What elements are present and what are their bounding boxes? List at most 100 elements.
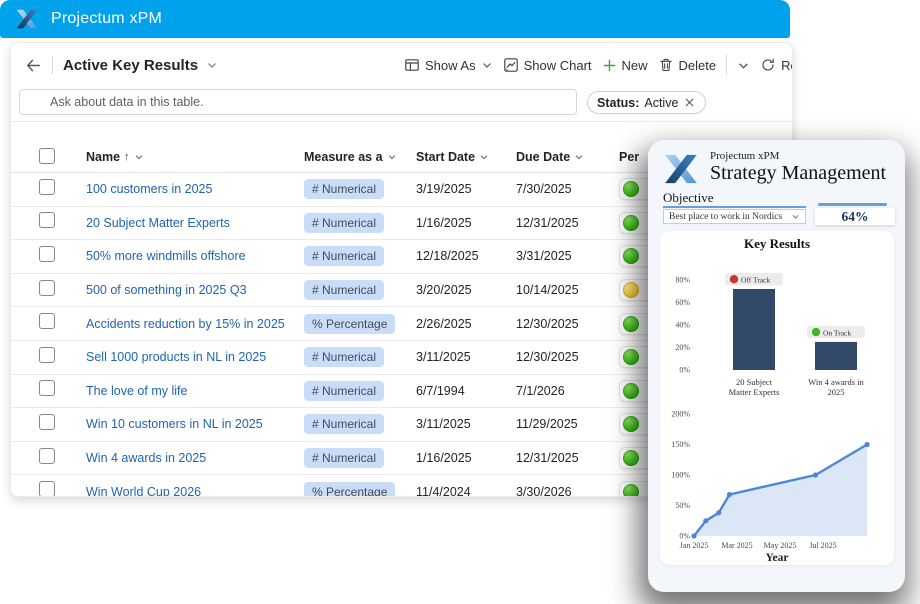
- trash-icon: [658, 57, 674, 73]
- column-header-start-date[interactable]: Start Date: [416, 150, 516, 164]
- area-chart-x-axis-label: Year: [660, 552, 894, 564]
- refresh-icon: [760, 57, 776, 73]
- show-as-icon: [404, 57, 420, 73]
- chevron-down-icon: [134, 152, 144, 162]
- measure-chip: # Numerical: [304, 280, 384, 300]
- key-result-link[interactable]: 500 of something in 2025 Q3: [86, 283, 247, 297]
- row-checkbox[interactable]: [39, 246, 55, 262]
- key-result-link[interactable]: 100 customers in 2025: [86, 182, 212, 196]
- back-arrow-icon: [25, 57, 42, 74]
- chevron-down-icon: [791, 212, 800, 221]
- start-date-cell: 1/16/2025: [416, 216, 516, 230]
- due-date-cell: 3/31/2025: [516, 249, 619, 263]
- row-checkbox[interactable]: [39, 448, 55, 464]
- key-result-link[interactable]: Win 10 customers in NL in 2025: [86, 417, 263, 431]
- chevron-down-icon: [387, 152, 397, 162]
- show-chart-icon: [503, 57, 519, 73]
- show-chart-button[interactable]: Show Chart: [503, 57, 592, 73]
- key-result-link[interactable]: The love of my life: [86, 384, 187, 398]
- measure-chip: # Numerical: [304, 246, 384, 266]
- status-filter-chip[interactable]: Status: Active: [587, 91, 706, 114]
- key-result-link[interactable]: Win 4 awards in 2025: [86, 451, 206, 465]
- objective-value: Best place to work in Nordics: [669, 212, 782, 222]
- row-checkbox[interactable]: [39, 380, 55, 396]
- svg-text:On Track: On Track: [823, 328, 851, 337]
- svg-text:0%: 0%: [679, 366, 690, 375]
- svg-text:50%: 50%: [675, 501, 690, 510]
- row-checkbox[interactable]: [39, 280, 55, 296]
- view-title[interactable]: Active Key Results: [63, 57, 198, 74]
- back-button[interactable]: [25, 57, 42, 74]
- chevron-down-icon: [479, 152, 489, 162]
- start-date-cell: 3/11/2025: [416, 417, 516, 431]
- status-dot-green: [623, 484, 639, 497]
- due-date-cell: 12/31/2025: [516, 451, 619, 465]
- objective-dropdown[interactable]: Best place to work in Nordics: [663, 209, 806, 224]
- status-dot-green: [623, 316, 639, 332]
- status-dot-green: [623, 181, 639, 197]
- svg-text:20 Subject: 20 Subject: [736, 377, 773, 387]
- show-as-button[interactable]: Show As: [404, 57, 493, 73]
- overlay-logo-icon: [661, 149, 701, 189]
- due-date-cell: 7/30/2025: [516, 182, 619, 196]
- svg-text:Matter Experts: Matter Experts: [729, 387, 780, 397]
- app-header-bar: Projectum xPM: [0, 0, 790, 38]
- ask-data-input[interactable]: [19, 89, 577, 115]
- chevron-down-icon: [481, 59, 493, 71]
- start-date-cell: 1/16/2025: [416, 451, 516, 465]
- more-commands-button[interactable]: [737, 59, 750, 72]
- svg-text:40%: 40%: [675, 321, 690, 330]
- refresh-button[interactable]: Refresh: [760, 57, 793, 73]
- overlay-brand: Projectum xPM: [710, 150, 886, 162]
- svg-text:Jan 2025: Jan 2025: [680, 541, 709, 550]
- due-date-cell: 12/30/2025: [516, 317, 619, 331]
- select-all-checkbox[interactable]: [39, 148, 55, 164]
- start-date-cell: 3/19/2025: [416, 182, 516, 196]
- row-checkbox[interactable]: [39, 481, 55, 497]
- view-selector-chevron[interactable]: [206, 59, 218, 71]
- start-date-cell: 11/4/2024: [416, 485, 516, 497]
- svg-text:200%: 200%: [671, 410, 690, 419]
- key-result-link[interactable]: Sell 1000 products in NL in 2025: [86, 350, 266, 364]
- column-header-due-date[interactable]: Due Date: [516, 150, 619, 164]
- key-result-link[interactable]: Accidents reduction by 15% in 2025: [86, 317, 285, 331]
- start-date-cell: 3/11/2025: [416, 350, 516, 364]
- status-dot-green: [623, 349, 639, 365]
- chevron-down-icon: [737, 59, 750, 72]
- strategy-management-panel: Projectum xPM Strategy Management Object…: [648, 140, 905, 592]
- row-checkbox[interactable]: [39, 347, 55, 363]
- status-dot-yellow: [623, 282, 639, 298]
- table-search-row: Status: Active: [11, 87, 792, 122]
- sort-ascending-icon: ↑: [124, 151, 130, 163]
- svg-text:2025: 2025: [828, 387, 845, 397]
- measure-chip: # Numerical: [304, 381, 384, 401]
- due-date-cell: 12/30/2025: [516, 350, 619, 364]
- app-logo-icon: [14, 6, 40, 32]
- key-result-link[interactable]: Win World Cup 2026: [86, 485, 201, 497]
- new-button[interactable]: New: [602, 58, 648, 73]
- svg-text:May 2025: May 2025: [764, 541, 797, 550]
- column-header-name[interactable]: Name ↑: [86, 150, 304, 164]
- start-date-cell: 3/20/2025: [416, 283, 516, 297]
- row-checkbox[interactable]: [39, 313, 55, 329]
- delete-button[interactable]: Delete: [658, 57, 717, 73]
- progress-area-chart: 0%50%100%150%200%Jan 2025Mar 2025May 202…: [664, 402, 890, 554]
- due-date-cell: 11/29/2025: [516, 417, 619, 431]
- measure-chip: # Numerical: [304, 347, 384, 367]
- svg-text:Win 4 awards in: Win 4 awards in: [808, 377, 864, 387]
- key-result-link[interactable]: 20 Subject Matter Experts: [86, 216, 230, 230]
- start-date-cell: 6/7/1994: [416, 384, 516, 398]
- due-date-cell: 3/30/2026: [516, 485, 619, 497]
- start-date-cell: 2/26/2025: [416, 317, 516, 331]
- row-checkbox[interactable]: [39, 212, 55, 228]
- key-result-link[interactable]: 50% more windmills offshore: [86, 249, 246, 263]
- dismiss-icon[interactable]: [683, 96, 696, 109]
- column-header-measure[interactable]: Measure as a: [304, 150, 416, 164]
- command-bar-actions: Show As Show Chart New: [404, 43, 793, 87]
- svg-text:20%: 20%: [675, 343, 690, 352]
- status-dot-green: [623, 416, 639, 432]
- row-checkbox[interactable]: [39, 179, 55, 195]
- chevron-down-icon: [574, 152, 584, 162]
- svg-text:150%: 150%: [671, 440, 690, 449]
- row-checkbox[interactable]: [39, 414, 55, 430]
